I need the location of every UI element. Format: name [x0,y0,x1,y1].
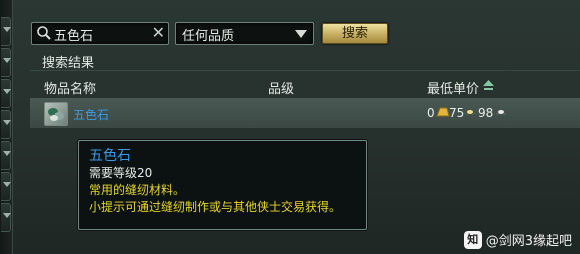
item-name-link[interactable]: 五色石 [73,106,109,123]
auction-panel: 五色石 ✕ 任何品质 搜索 搜索结果 物品名称 品级 最低单价 五色石 0 75… [0,0,580,254]
column-header-level[interactable]: 品级 [268,78,294,97]
side-tab[interactable] [1,172,11,201]
results-title: 搜索结果 [42,56,95,71]
side-tab[interactable] [1,203,11,232]
tooltip-requirement: 需要等级20 [89,166,153,180]
chevron-down-icon [3,213,11,218]
chevron-down-icon [3,151,11,156]
side-tab[interactable] [1,141,11,170]
stone-icon [48,108,64,121]
search-value: 五色石 [54,29,94,44]
chevron-down-icon [3,182,11,187]
chevron-down-icon [295,30,307,38]
silver-ingot-icon [463,110,477,115]
column-header-name[interactable]: 物品名称 [44,78,96,97]
side-tab[interactable] [1,110,11,139]
left-tab-strip [0,0,13,254]
price-gold: 0 [427,106,435,120]
item-tooltip: 五色石 需要等级20 常用的缝纫材料。 小提示可通过缝纫制作或与其他侠士交易获得… [78,140,367,230]
side-tab[interactable] [1,48,11,77]
copper-ingot-icon [494,110,508,115]
chevron-down-icon [3,58,11,63]
watermark: 知 @剑网3缘起吧 [463,230,572,249]
search-icon [37,26,51,40]
side-tab[interactable] [1,17,11,46]
item-icon-stone[interactable] [44,102,68,126]
tooltip-description: 常用的缝纫材料。 [89,183,186,197]
search-input[interactable]: 五色石 ✕ [31,22,169,45]
quality-select[interactable]: 任何品质 [175,22,314,45]
price-copper: 98 [478,106,494,120]
chevron-down-icon [3,27,11,32]
search-button[interactable]: 搜索 [322,23,388,44]
close-icon[interactable]: ✕ [152,24,165,42]
zhihu-logo-icon: 知 [463,230,482,249]
side-tab[interactable] [1,79,11,108]
chevron-down-icon [3,120,11,125]
chevron-down-icon [3,89,11,94]
tooltip-hint: 小提示可通过缝纫制作或与其他侠士交易获得。 [89,200,342,214]
divider [30,70,580,71]
sort-ascending-icon[interactable] [482,79,495,92]
tooltip-item-name: 五色石 [89,148,131,164]
quality-select-value: 任何品质 [182,29,235,44]
column-header-min-price[interactable]: 最低单价 [427,78,479,97]
watermark-text: @剑网3缘起吧 [485,234,572,249]
